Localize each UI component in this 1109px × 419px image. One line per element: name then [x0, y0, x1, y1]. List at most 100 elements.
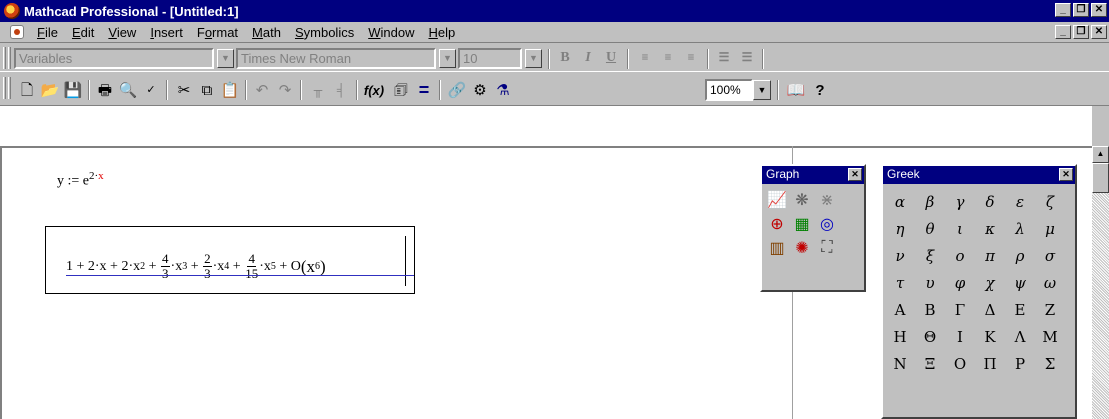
- bold-button[interactable]: B: [555, 50, 575, 68]
- greek-letter-button[interactable]: μ: [1035, 215, 1065, 242]
- close-button[interactable]: ✕: [1091, 3, 1107, 17]
- font-size-combo[interactable]: 10: [458, 48, 522, 69]
- greek-letter-button[interactable]: ζ: [1035, 188, 1065, 215]
- insert-component-icon[interactable]: ⚙: [469, 80, 491, 100]
- greek-letter-button[interactable]: Ε: [1005, 296, 1035, 323]
- resource-center-icon[interactable]: 📖: [785, 80, 807, 100]
- align-down-icon[interactable]: ╡: [330, 80, 352, 100]
- greek-letter-button[interactable]: Δ: [975, 296, 1005, 323]
- greek-letter-button[interactable]: Η: [885, 323, 915, 350]
- toolbar-grip[interactable]: [3, 47, 6, 69]
- bar-plot-icon[interactable]: ▥: [766, 237, 788, 259]
- greek-letter-button[interactable]: ρ: [1005, 242, 1035, 269]
- greek-letter-button[interactable]: η: [885, 215, 915, 242]
- greek-letter-button[interactable]: ψ: [1005, 269, 1035, 296]
- xy-plot-icon[interactable]: 📈: [766, 189, 788, 211]
- align-center-icon[interactable]: ≡: [658, 50, 678, 68]
- worksheet-area[interactable]: [0, 106, 1092, 146]
- menu-view[interactable]: View: [101, 25, 143, 40]
- series-expression-box[interactable]: 1 + 2·x + 2·x 2 + 43 ·x 3 + 23 ·x 4 + 4 15 ·…: [56, 236, 414, 286]
- greek-letter-button[interactable]: β: [915, 188, 945, 215]
- menu-math[interactable]: Math: [245, 25, 288, 40]
- restore-button[interactable]: ❐: [1073, 3, 1089, 17]
- greek-letter-button[interactable]: ν: [885, 242, 915, 269]
- print-icon[interactable]: 🖶: [94, 80, 116, 100]
- greek-letter-button[interactable]: κ: [975, 215, 1005, 242]
- zoom-dropdown-icon[interactable]: ▼: [753, 80, 771, 100]
- numbered-list-icon[interactable]: ☰: [737, 50, 757, 68]
- open-folder-icon[interactable]: 📂: [39, 80, 61, 100]
- greek-letter-button[interactable]: Λ: [1005, 323, 1035, 350]
- new-document-icon[interactable]: 🗋: [16, 80, 38, 100]
- greek-letter-button[interactable]: φ: [945, 269, 975, 296]
- mathcad-app-icon[interactable]: [4, 3, 20, 19]
- greek-letter-button[interactable]: γ: [945, 188, 975, 215]
- document-icon[interactable]: [10, 25, 24, 39]
- greek-palette-close-button[interactable]: ✕: [1059, 168, 1073, 181]
- paste-icon[interactable]: 📋: [219, 80, 241, 100]
- spell-check-icon[interactable]: ✓: [140, 80, 162, 100]
- style-dropdown-icon[interactable]: ▼: [217, 49, 234, 68]
- underline-button[interactable]: U: [601, 50, 621, 68]
- toolbar-grip[interactable]: [3, 77, 6, 99]
- greek-letter-button[interactable]: ξ: [915, 242, 945, 269]
- definition-equation[interactable]: y := e2·x: [57, 170, 104, 190]
- cut-icon[interactable]: ✂: [173, 80, 195, 100]
- greek-letter-button[interactable]: Β: [915, 296, 945, 323]
- scrollbar-thumb[interactable]: [1092, 163, 1109, 193]
- align-right-icon[interactable]: ≡: [681, 50, 701, 68]
- greek-letter-button[interactable]: Ζ: [1035, 296, 1065, 323]
- font-combo[interactable]: Times New Roman: [236, 48, 436, 69]
- doc-close-button[interactable]: ✕: [1091, 25, 1107, 39]
- greek-palette-titlebar[interactable]: Greek ✕: [883, 166, 1075, 184]
- menu-insert[interactable]: Insert: [143, 25, 190, 40]
- calculate-icon[interactable]: =: [413, 80, 435, 100]
- menu-help[interactable]: Help: [421, 25, 462, 40]
- greek-letter-button[interactable]: Γ: [945, 296, 975, 323]
- greek-letter-button[interactable]: Ι: [945, 323, 975, 350]
- greek-letter-button[interactable]: ι: [945, 215, 975, 242]
- greek-letter-button[interactable]: π: [975, 242, 1005, 269]
- greek-letter-button[interactable]: Ξ: [915, 350, 945, 377]
- greek-letter-button[interactable]: τ: [885, 269, 915, 296]
- greek-letter-button[interactable]: χ: [975, 269, 1005, 296]
- menu-edit[interactable]: Edit: [65, 25, 101, 40]
- font-dropdown-icon[interactable]: ▼: [439, 49, 456, 68]
- insert-hyperlink-icon[interactable]: 🔗: [446, 80, 468, 100]
- menu-symbolics[interactable]: Symbolics: [288, 25, 361, 40]
- menu-file[interactable]: File: [30, 25, 65, 40]
- run-mathconnex-icon[interactable]: ⚗: [492, 80, 514, 100]
- help-icon[interactable]: ?: [809, 80, 831, 100]
- greek-letter-button[interactable]: Σ: [1035, 350, 1065, 377]
- doc-restore-button[interactable]: ❐: [1073, 25, 1089, 39]
- greek-letter-button[interactable]: Κ: [975, 323, 1005, 350]
- zoom-combo[interactable]: 100%: [705, 79, 753, 101]
- greek-letter-button[interactable]: υ: [915, 269, 945, 296]
- surface-plot-icon[interactable]: ⋇: [816, 189, 838, 211]
- align-left-icon[interactable]: ≡: [635, 50, 655, 68]
- size-dropdown-icon[interactable]: ▼: [525, 49, 542, 68]
- greek-letter-button[interactable]: Ν: [885, 350, 915, 377]
- greek-letter-button[interactable]: Θ: [915, 323, 945, 350]
- scroll-up-icon[interactable]: ▲: [1092, 146, 1109, 163]
- print-preview-icon[interactable]: 🔍: [117, 80, 139, 100]
- copy-icon[interactable]: ⧉: [196, 80, 218, 100]
- insert-unit-icon[interactable]: 🗊: [390, 80, 412, 100]
- italic-button[interactable]: I: [578, 50, 598, 68]
- greek-letter-button[interactable]: Ρ: [1005, 350, 1035, 377]
- style-combo[interactable]: Variables: [14, 48, 214, 69]
- greek-letter-button[interactable]: Π: [975, 350, 1005, 377]
- save-icon[interactable]: 💾: [62, 80, 84, 100]
- graph-palette-titlebar[interactable]: Graph ✕: [762, 166, 864, 184]
- greek-letter-button[interactable]: σ: [1035, 242, 1065, 269]
- zoom-plot-icon[interactable]: ⛶: [816, 237, 838, 259]
- undo-icon[interactable]: ↶: [251, 80, 273, 100]
- greek-letter-button[interactable]: Ο: [945, 350, 975, 377]
- greek-letter-button[interactable]: θ: [915, 215, 945, 242]
- series-result-region[interactable]: 1 + 2·x + 2·x 2 + 43 ·x 3 + 23 ·x 4 + 4 15 ·…: [45, 226, 415, 294]
- toolbar-grip[interactable]: [8, 47, 11, 69]
- contour-plot-icon[interactable]: ⊕: [766, 213, 788, 235]
- greek-letter-button[interactable]: δ: [975, 188, 1005, 215]
- graph-palette-close-button[interactable]: ✕: [848, 168, 862, 181]
- minimize-button[interactable]: _: [1055, 3, 1071, 17]
